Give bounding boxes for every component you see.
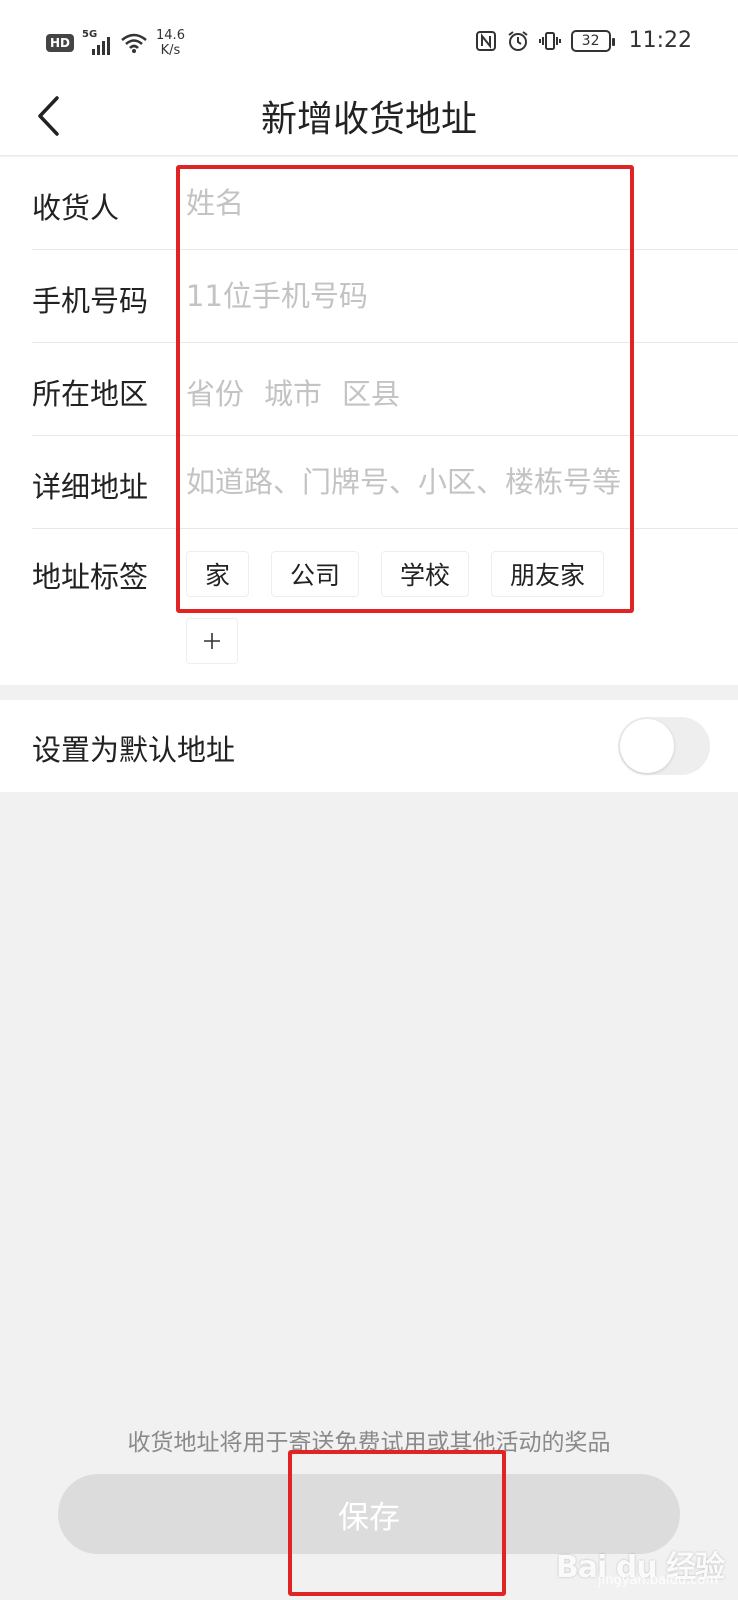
city-select[interactable]: 城市 xyxy=(264,371,322,413)
plus-icon xyxy=(204,633,220,649)
default-address-toggle[interactable] xyxy=(618,717,710,775)
tag-home[interactable]: 家 xyxy=(186,551,250,597)
status-right: 32 11:22 xyxy=(475,28,692,53)
status-bar: HD 5G 14.6 K/s 32 11:22 xyxy=(0,0,738,76)
name-row: 收货人 xyxy=(32,157,738,250)
header: 新增收货地址 xyxy=(0,76,738,156)
address-form: 收货人 手机号码 所在地区 省份 城市 区县 详细地址 地址标签 家 公司 学校 xyxy=(0,157,738,685)
default-address-row: 设置为默认地址 xyxy=(0,700,738,792)
app-screen: HD 5G 14.6 K/s 32 11:22 新增收货地址 收货人 姓名 手机… xyxy=(0,0,738,1600)
tag-list: 家 公司 学校 朋友家 xyxy=(186,551,605,597)
tags-label: 地址标签 xyxy=(32,560,149,594)
network-speed: 14.6 K/s xyxy=(156,28,185,58)
phone-label: 手机号码 xyxy=(32,284,149,318)
wifi-icon xyxy=(121,33,147,53)
tags-row: 地址标签 家 公司 学校 朋友家 xyxy=(32,528,738,685)
baidu-watermark: Bai du 经验 jingyan.baidu.com xyxy=(556,1542,725,1588)
page-title: 新增收货地址 xyxy=(260,99,477,140)
battery-icon: 32 xyxy=(570,29,615,52)
region-label: 所在地区 xyxy=(32,377,149,411)
status-left: HD 5G 14.6 K/s xyxy=(46,28,185,58)
province-select[interactable]: 省份 xyxy=(186,371,244,413)
region-row: 所在地区 省份 城市 区县 xyxy=(32,343,738,436)
default-address-label: 设置为默认地址 xyxy=(32,733,236,767)
watermark-sub: jingyan.baidu.com xyxy=(598,1573,718,1588)
address-input[interactable] xyxy=(186,454,706,510)
speed-unit: K/s xyxy=(160,43,181,58)
signal-icon: 5G xyxy=(82,29,112,55)
name-input[interactable] xyxy=(186,175,706,231)
speed-value: 14.6 xyxy=(156,28,185,43)
hd-badge: HD xyxy=(46,34,75,52)
address-label: 详细地址 xyxy=(32,470,149,504)
address-row: 详细地址 xyxy=(32,436,738,529)
add-tag-button[interactable] xyxy=(186,618,238,664)
phone-input[interactable] xyxy=(186,268,706,324)
region-picker[interactable]: 省份 城市 区县 xyxy=(186,371,400,413)
battery-level: 32 xyxy=(581,32,600,49)
vibrate-icon xyxy=(538,31,561,50)
district-select[interactable]: 区县 xyxy=(342,371,400,413)
tag-friend-home[interactable]: 朋友家 xyxy=(491,551,605,597)
clock: 11:22 xyxy=(628,28,692,53)
nfc-icon xyxy=(475,30,496,51)
alarm-icon xyxy=(507,30,528,51)
phone-row: 手机号码 xyxy=(32,250,738,343)
toggle-knob xyxy=(620,719,674,773)
tag-school[interactable]: 学校 xyxy=(381,551,470,597)
tag-company[interactable]: 公司 xyxy=(271,551,360,597)
name-label: 收货人 xyxy=(32,191,120,225)
prize-notice: 收货地址将用于寄送免费试用或其他活动的奖品 xyxy=(127,1430,611,1456)
